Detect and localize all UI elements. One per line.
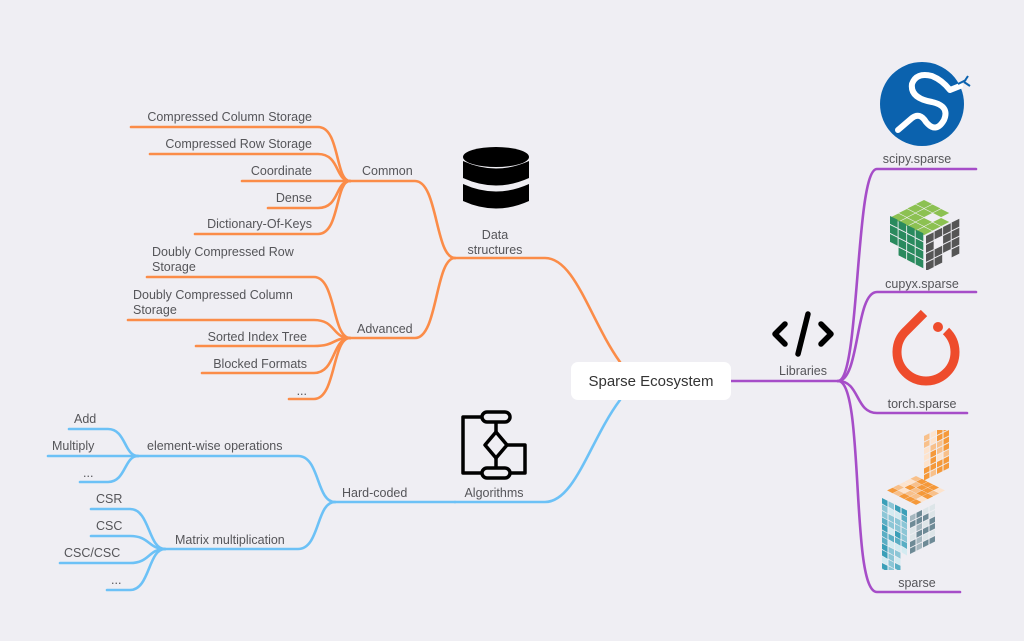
- common-label[interactable]: Common: [362, 164, 413, 179]
- leaf-advanced-4[interactable]: ...: [297, 384, 307, 399]
- leaf-common-0[interactable]: Compressed Column Storage: [147, 110, 312, 125]
- advanced-label[interactable]: Advanced: [357, 322, 413, 337]
- leaf-common-3[interactable]: Dense: [276, 191, 312, 206]
- scipy-logo-icon: [880, 62, 971, 146]
- data-structures-label[interactable]: Data structures: [455, 228, 535, 258]
- leaf-mm-2[interactable]: CSC/CSC: [64, 546, 120, 561]
- library-torch-label[interactable]: torch.sparse: [877, 397, 967, 412]
- root-label: Sparse Ecosystem: [588, 372, 714, 390]
- leaf-common-1[interactable]: Compressed Row Storage: [165, 137, 312, 152]
- matmul-label[interactable]: Matrix multiplication: [175, 533, 285, 548]
- edge-root-data-structures: [453, 256, 622, 364]
- root-node[interactable]: Sparse Ecosystem: [571, 362, 731, 400]
- leaf-advanced-0[interactable]: Doubly Compressed Row Storage: [152, 245, 317, 275]
- leaf-advanced-3[interactable]: Blocked Formats: [213, 357, 307, 372]
- hard-coded-label[interactable]: Hard-coded: [342, 486, 407, 501]
- mindmap-connectors: [46, 125, 978, 594]
- cupy-logo-icon: [890, 200, 960, 270]
- library-cupyx-label[interactable]: cupyx.sparse: [882, 277, 962, 292]
- leaf-ew-2[interactable]: ...: [83, 466, 93, 481]
- leaf-advanced-1[interactable]: Doubly Compressed Column Storage: [133, 288, 317, 318]
- pytorch-logo-icon: [892, 309, 960, 386]
- libraries-label[interactable]: Libraries: [768, 364, 838, 379]
- library-scipy-label[interactable]: scipy.sparse: [877, 152, 957, 167]
- leaf-ew-0[interactable]: Add: [74, 412, 96, 427]
- leaf-mm-0[interactable]: CSR: [96, 492, 122, 507]
- leaf-advanced-2[interactable]: Sorted Index Tree: [208, 330, 307, 345]
- elementwise-label[interactable]: element-wise operations: [147, 439, 283, 454]
- leaf-ew-1[interactable]: Multiply: [52, 439, 94, 454]
- algorithms-label[interactable]: Algorithms: [454, 486, 534, 501]
- logo-cell: [934, 227, 943, 240]
- edge-ds-common: [348, 179, 457, 260]
- leaf-mm-3[interactable]: ...: [111, 573, 121, 588]
- leaf-mm-1[interactable]: CSC: [96, 519, 122, 534]
- code-icon: [772, 311, 834, 357]
- pydata-sparse-logo-icon: [882, 430, 949, 570]
- leaf-common-4[interactable]: Dictionary-Of-Keys: [207, 217, 312, 232]
- flowchart-icon: [461, 410, 527, 480]
- library-sparse-label[interactable]: sparse: [877, 576, 957, 591]
- edge-hc-elementwise: [136, 454, 337, 504]
- database-icon: [463, 147, 529, 209]
- leaf-common-2[interactable]: Coordinate: [251, 164, 312, 179]
